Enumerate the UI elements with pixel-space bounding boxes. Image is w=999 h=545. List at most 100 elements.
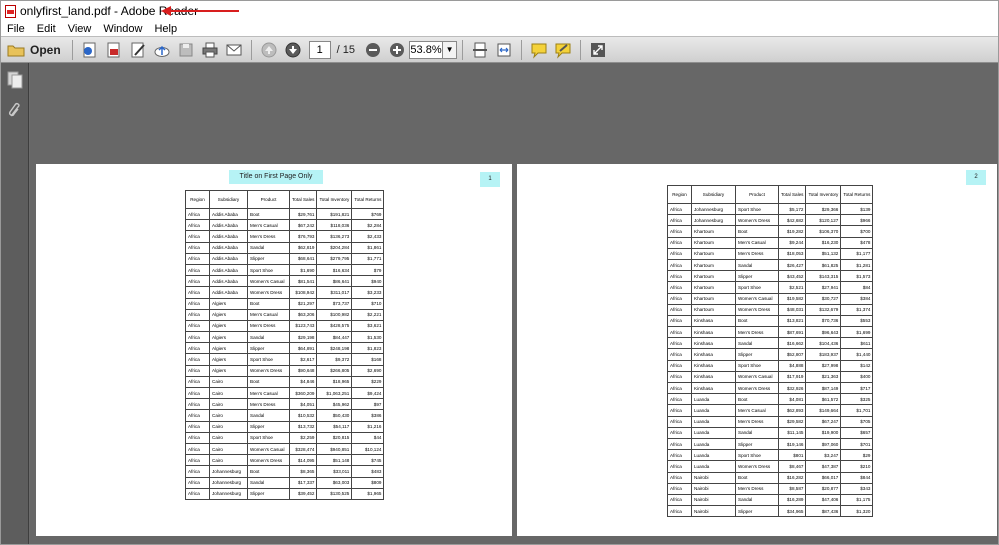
table-row: Africa Nairobi Men's Dress $8,587 $20,877 $34… xyxy=(667,482,874,495)
page-thumbnails-icon[interactable] xyxy=(7,71,23,89)
table-row: Africa Khartoum Sandal $26,427 $61,825 $1,281 xyxy=(667,258,874,272)
document-view[interactable]: Title on First Page Only 1 Region Subsid… xyxy=(30,63,998,544)
table-row: Africa Algiers Men's Dress $123,743 $428,575… xyxy=(185,319,385,333)
table-cell: $940 xyxy=(351,275,385,288)
table-cell: Khartoum xyxy=(691,292,736,305)
column-header-subsidiary: Subsidiary xyxy=(691,185,736,204)
email-button[interactable] xyxy=(224,40,244,60)
table-row: Africa Luanda Men's Casual $62,893 $149,664 $… xyxy=(667,404,874,417)
upload-button[interactable] xyxy=(152,40,172,60)
table-cell: $42,682 xyxy=(777,214,807,227)
table-cell: $29,761 xyxy=(288,207,318,221)
table-cell: $30,727 xyxy=(805,292,842,305)
menu-view[interactable]: View xyxy=(68,23,92,35)
toolbar-separator xyxy=(71,39,73,60)
table-row: Africa Algiers Sport Shoe $2,617 $9,372 $168 xyxy=(185,353,385,366)
table-cell: $1,771 xyxy=(351,252,385,265)
table-row: Africa Khartoum Boot $19,282 $106,370 $700 xyxy=(667,225,874,238)
table-cell: $5,172 xyxy=(777,202,807,216)
table-cell: $18,053 xyxy=(777,247,807,260)
table-cell: Luanda xyxy=(691,415,736,428)
full-screen-button[interactable] xyxy=(588,40,608,60)
table-cell: Africa xyxy=(185,308,210,321)
table-cell: $19,146 xyxy=(777,437,807,451)
table-cell: Africa xyxy=(185,319,210,333)
table-cell: $61,572 xyxy=(805,393,842,406)
table-cell: $1,701 xyxy=(840,404,874,417)
table-cell: $701 xyxy=(840,437,874,451)
page-number-input[interactable]: 1 xyxy=(308,40,331,59)
table-cell: Khartoum xyxy=(691,281,736,294)
table-cell: $483 xyxy=(351,465,385,478)
table-cell: Africa xyxy=(667,326,692,339)
table-cell: Algiers xyxy=(209,319,248,333)
table-cell: $1,861 xyxy=(351,241,385,254)
table-cell: Luanda xyxy=(691,460,736,473)
table-cell: $79 xyxy=(351,263,385,277)
create-pdf-icon xyxy=(83,42,96,57)
table-cell: Algiers xyxy=(209,297,248,310)
table-cell: Cairo xyxy=(209,442,248,456)
export-pdf-button[interactable] xyxy=(104,40,124,60)
open-button[interactable]: Open xyxy=(3,40,65,60)
highlight-button[interactable] xyxy=(553,40,573,60)
table-cell: $11,145 xyxy=(777,426,807,439)
menu-file[interactable]: File xyxy=(7,23,25,35)
table-cell: Khartoum xyxy=(691,225,736,238)
expand-icon xyxy=(591,42,606,57)
table-cell: Algiers xyxy=(209,353,248,366)
table-cell: Africa xyxy=(185,454,210,467)
previous-page-button[interactable] xyxy=(259,40,279,60)
create-pdf-button[interactable] xyxy=(80,40,100,60)
table-cell: Johannesburg xyxy=(209,465,248,478)
table-cell: Africa xyxy=(667,314,692,328)
table-cell: $4,846 xyxy=(288,375,318,389)
table-cell: Slipper xyxy=(247,252,290,265)
column-header-subsidiary: Subsidiary xyxy=(209,190,248,209)
table-cell: $3,233 xyxy=(351,286,385,299)
table-row: Africa Cairo Women's Dress $14,095 $51,148 $7… xyxy=(185,454,385,467)
table-cell: $16,634 xyxy=(316,263,353,277)
table-cell: $62,819 xyxy=(288,241,318,254)
menu-help[interactable]: Help xyxy=(154,23,177,35)
table-cell: Addis Ababa xyxy=(209,207,248,221)
table-cell: Women's Dress xyxy=(735,214,779,227)
table-cell: $19,282 xyxy=(777,225,807,238)
comment-button[interactable] xyxy=(529,40,549,60)
table-cell: Khartoum xyxy=(691,303,736,316)
print-button[interactable] xyxy=(200,40,220,60)
table-cell: $87,436 xyxy=(805,505,842,518)
table-cell: Nairobi xyxy=(691,482,736,495)
table-cell: Africa xyxy=(185,442,210,456)
table-cell: Men's Casual xyxy=(247,386,290,400)
table-cell: Kinshasa xyxy=(691,314,736,328)
table-cell: Slipper xyxy=(247,342,290,355)
table-cell: $10,532 xyxy=(288,409,318,422)
zoom-dropdown-chevron-icon[interactable]: ▼ xyxy=(443,40,458,59)
column-header-total-sales: Total Sales xyxy=(777,185,807,204)
zoom-in-button[interactable] xyxy=(387,40,407,60)
fit-page-button[interactable] xyxy=(470,40,490,60)
fit-width-button[interactable] xyxy=(494,40,514,60)
menu-window[interactable]: Window xyxy=(103,23,142,35)
table-cell: $3,247 xyxy=(805,449,842,462)
menu-edit[interactable]: Edit xyxy=(37,23,56,35)
zoom-level-input[interactable]: 53.8% xyxy=(409,40,444,59)
next-page-button[interactable] xyxy=(283,40,303,60)
table-cell: Women's Dress xyxy=(735,303,779,316)
attachments-paperclip-icon[interactable] xyxy=(7,102,23,120)
table-cell: $705 xyxy=(840,415,874,428)
table-cell: Addis Ababa xyxy=(209,275,248,288)
table-cell: $700 xyxy=(840,225,874,238)
table-cell: $1,823 xyxy=(351,342,385,355)
edit-pdf-button[interactable] xyxy=(128,40,148,60)
table-row: Africa Cairo Boot $4,846 $18,965 $229 xyxy=(185,375,385,389)
report-table: Region Subsidiary Product Total Sales To… xyxy=(185,190,385,500)
save-button[interactable] xyxy=(176,40,196,60)
table-cell: Sandal xyxy=(735,426,779,439)
table-cell: $1,320 xyxy=(840,505,874,518)
title-bar: onlyfirst_land.pdf - Adobe Reader xyxy=(1,1,998,21)
table-cell: $68,641 xyxy=(288,252,318,265)
table-row: Africa Johannesburg Boot $8,365 $33,011 $483 xyxy=(185,465,385,478)
zoom-out-button[interactable] xyxy=(363,40,383,60)
